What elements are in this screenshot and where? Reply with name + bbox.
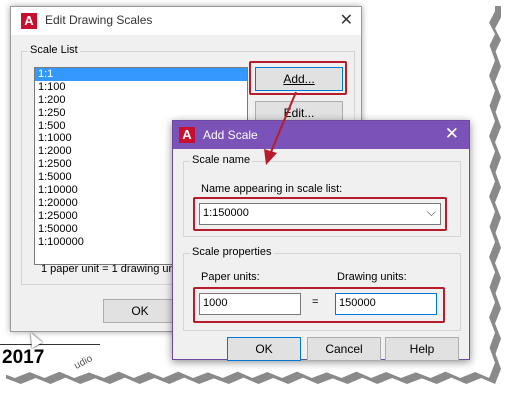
screenshot-frame: 2017 udio A Edit Drawing Scales ✕ Scale … [0, 0, 495, 378]
callout-arrow-icon [264, 91, 297, 165]
